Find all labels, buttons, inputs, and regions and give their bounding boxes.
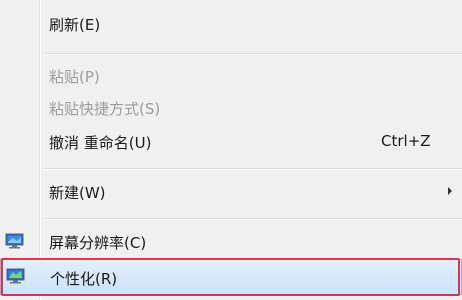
menu-item-paste-shortcut[interactable]: 粘贴快捷方式(S) bbox=[0, 90, 462, 126]
menu-item-label: 新建(W) bbox=[49, 184, 106, 202]
monitor-icon bbox=[5, 233, 24, 249]
menu-item-label: 屏幕分辨率(C) bbox=[49, 234, 147, 252]
menu-item-undo-rename[interactable]: 撤消 重命名(U) Ctrl+Z bbox=[0, 124, 462, 160]
menu-item-new[interactable]: 新建(W) bbox=[0, 174, 462, 210]
menu-item-label: 刷新(E) bbox=[49, 16, 101, 34]
highlight-annotation-box bbox=[1, 258, 460, 296]
menu-item-refresh[interactable]: 刷新(E) bbox=[0, 6, 462, 42]
menu-item-screen-resolution[interactable]: 屏幕分辨率(C) bbox=[0, 224, 462, 260]
menu-item-label: 撤消 重命名(U) bbox=[49, 134, 152, 152]
menu-item-label: 粘贴(P) bbox=[49, 68, 100, 86]
desktop-context-menu: 刷新(E) 粘贴(P) 粘贴快捷方式(S) 撤消 重命名(U) Ctrl+Z 新… bbox=[0, 0, 462, 300]
menu-separator bbox=[45, 168, 462, 170]
menu-item-paste[interactable]: 粘贴(P) bbox=[0, 58, 462, 94]
menu-separator bbox=[45, 218, 462, 220]
menu-item-label: 粘贴快捷方式(S) bbox=[49, 100, 161, 118]
menu-separator bbox=[45, 53, 462, 55]
menu-item-shortcut: Ctrl+Z bbox=[381, 132, 431, 150]
submenu-arrow-icon bbox=[448, 187, 452, 195]
